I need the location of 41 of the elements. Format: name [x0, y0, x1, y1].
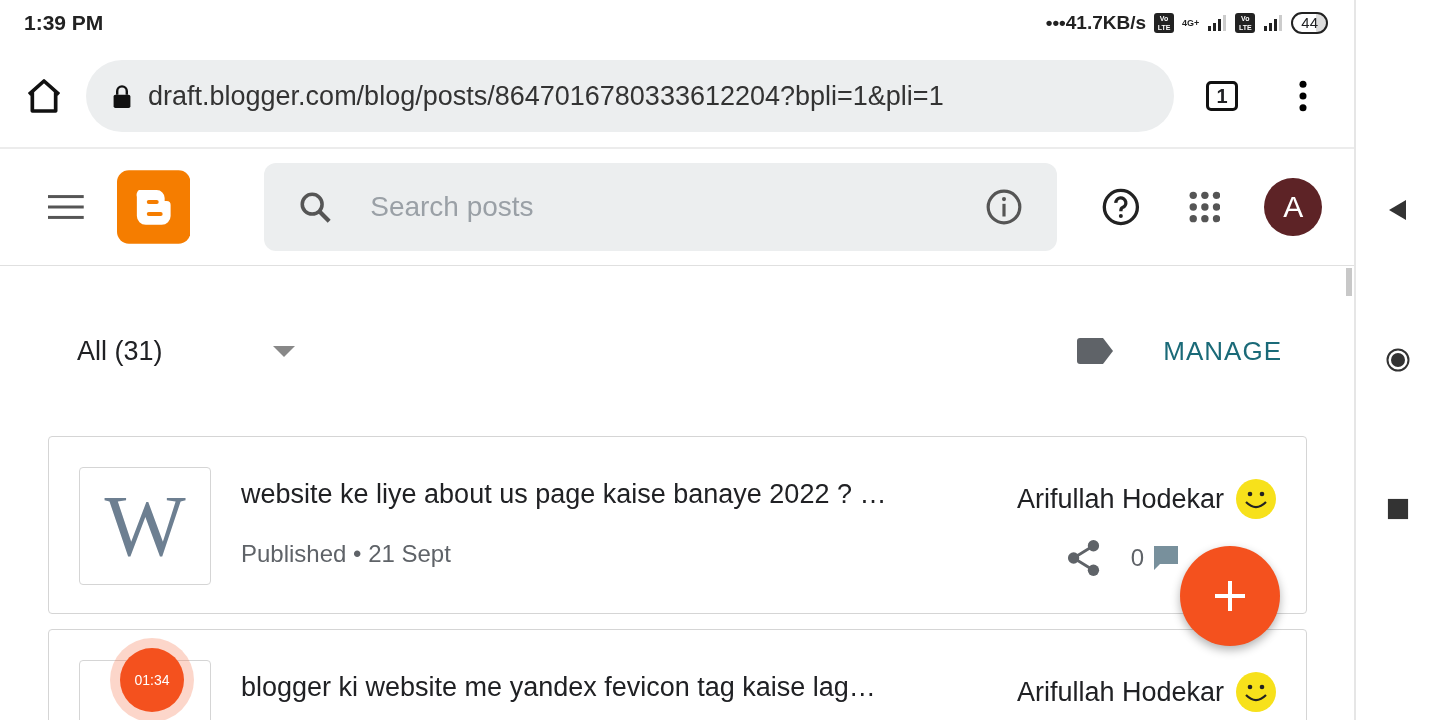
- search-icon: [298, 190, 333, 224]
- account-avatar[interactable]: A: [1264, 178, 1322, 236]
- smiley-avatar-icon: [1236, 672, 1276, 712]
- apps-grid-icon[interactable]: [1188, 191, 1221, 223]
- menu-icon[interactable]: [48, 194, 84, 220]
- more-options-icon[interactable]: [1298, 80, 1308, 112]
- label-icon[interactable]: [1077, 338, 1114, 364]
- url-bar[interactable]: draft.blogger.com/blog/posts/8647016780333612204?bpli=1&pli=1: [86, 60, 1174, 132]
- url-text: draft.blogger.com/blog/posts/8647016780333612204?bpli=1&pli=1: [148, 80, 944, 112]
- post-card[interactable]: W website ke liye about us page kaise banaye 2022 ? … Published • 21 Sept Arifullah Hodekar 0: [48, 436, 1307, 614]
- caret-icon[interactable]: [272, 345, 295, 357]
- search-field[interactable]: Search posts: [368, 190, 985, 224]
- help-icon[interactable]: [1100, 187, 1141, 227]
- post-title[interactable]: blogger ki website me yandex fevicon tag kaise lag…: [241, 672, 1017, 703]
- post-author: Arifullah Hodekar: [1016, 676, 1224, 708]
- battery-indicator: 44: [1291, 11, 1328, 34]
- comment-icon: [1154, 546, 1178, 570]
- comment-count: 0: [1130, 544, 1144, 572]
- search-bar[interactable]: Search posts: [264, 163, 1057, 251]
- signal-icon: [1263, 14, 1284, 31]
- manage-button[interactable]: MANAGE: [1163, 335, 1282, 367]
- blogger-logo-icon[interactable]: [116, 170, 191, 244]
- lock-icon: [112, 84, 132, 108]
- recents-icon[interactable]: [1387, 498, 1409, 520]
- info-icon[interactable]: [984, 188, 1023, 226]
- smiley-avatar-icon: [1236, 479, 1276, 519]
- scrollbar[interactable]: [1346, 268, 1352, 296]
- home-icon[interactable]: [1386, 348, 1410, 372]
- post-filter-dropdown[interactable]: All (31): [77, 335, 163, 367]
- plus-icon: [1215, 581, 1245, 611]
- share-icon[interactable]: [1066, 539, 1101, 577]
- network-speed: •••41.7KB/s: [1045, 11, 1147, 34]
- post-title[interactable]: website ke liye about us page kaise banaye 2022 ? …: [241, 479, 1017, 510]
- post-status: Published • 21 Sept: [241, 540, 452, 568]
- tab-count-button[interactable]: 1: [1206, 81, 1238, 111]
- status-time: 1:39 PM: [24, 10, 104, 35]
- post-author: Arifullah Hodekar: [1016, 483, 1224, 515]
- post-thumbnail: W: [79, 467, 211, 585]
- signal-icon: [1207, 14, 1228, 31]
- network-type: 4G+: [1182, 17, 1200, 28]
- new-post-button[interactable]: [1180, 546, 1280, 646]
